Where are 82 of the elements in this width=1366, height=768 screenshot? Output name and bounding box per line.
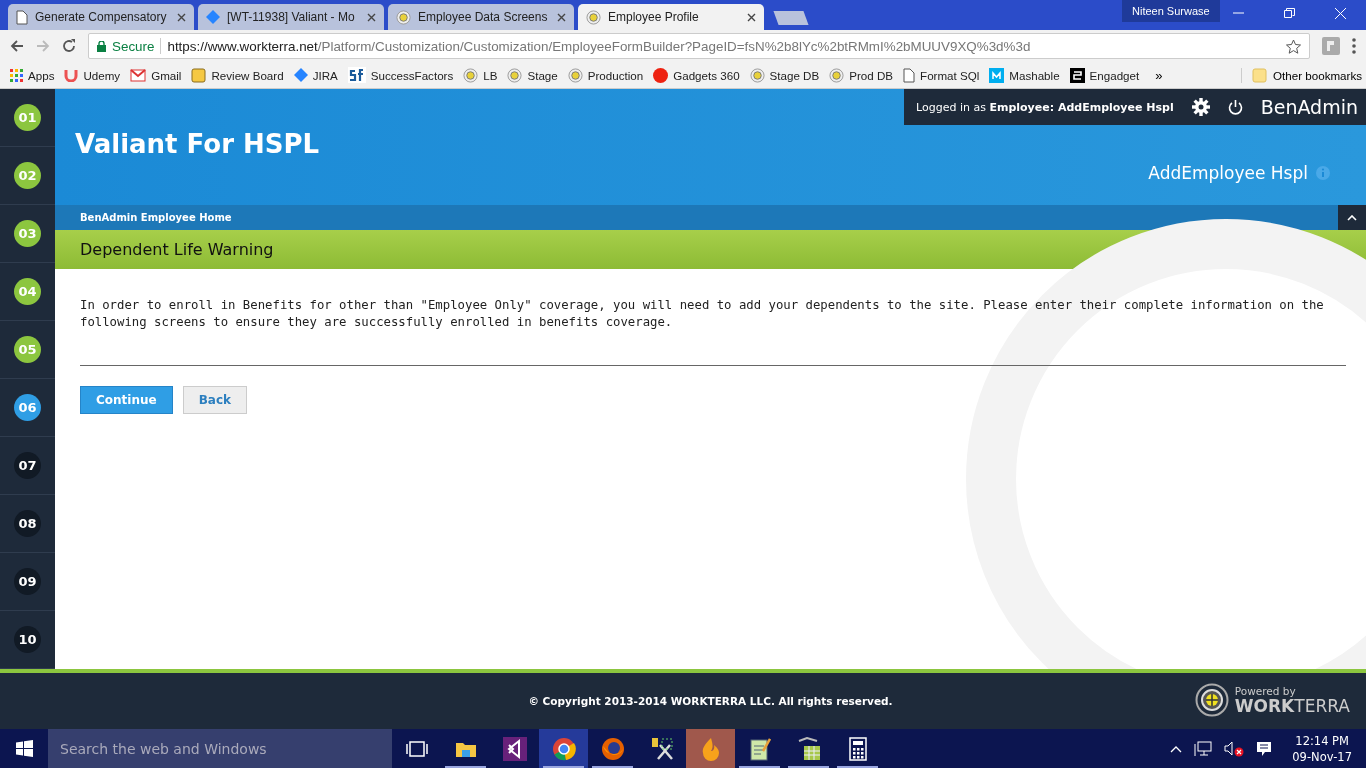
collapse-button[interactable] [1338, 205, 1366, 230]
site-icon [396, 9, 411, 25]
calculator-icon[interactable] [848, 736, 867, 761]
logged-in-text: Logged in as Employee: AddEmployee Hspl [916, 100, 1174, 114]
site-icon [507, 67, 523, 83]
step-number[interactable]: 07 [14, 452, 41, 479]
warning-message: In order to enroll in Benefits for other than "Employee Only" coverage, you will need to add your dependents to the site. Please enter their complete information on the following screens to ensure they are successfully enrolled in benefits coverage. [80, 297, 1325, 331]
breadcrumb-link[interactable]: BenAdmin Employee Home [80, 212, 232, 223]
notepad-icon[interactable] [748, 736, 771, 761]
bookmark[interactable]: Stage DB [749, 67, 820, 83]
bookmark-folder[interactable]: Other bookmarks [1241, 67, 1362, 83]
bookmark[interactable]: Format SQl [903, 67, 980, 83]
clock-date: 09-Nov-17 [1292, 748, 1352, 765]
folder-icon[interactable] [455, 740, 476, 757]
site-icon [749, 67, 765, 83]
site-icon [586, 9, 601, 25]
close-tab-icon[interactable] [557, 12, 566, 22]
page-icon [16, 9, 28, 25]
step-number[interactable]: 08 [14, 510, 41, 537]
board-icon [191, 67, 207, 83]
muted-speaker-icon[interactable] [1224, 740, 1245, 757]
chevron-up-icon[interactable] [1170, 744, 1183, 753]
site-icon [567, 67, 583, 83]
close-tab-icon[interactable] [367, 12, 376, 22]
bookmark[interactable]: Gmail [130, 68, 182, 82]
bookmark[interactable]: SuccessFactors [347, 67, 454, 83]
bookmark[interactable]: Stage [507, 67, 558, 83]
chevron-up-icon[interactable] [1347, 214, 1357, 221]
bookmark[interactable]: Production [567, 67, 644, 83]
more-bookmarks-button[interactable]: » [1155, 67, 1163, 83]
bookmark[interactable]: Review Board [191, 67, 284, 83]
back-button[interactable]: Back [182, 386, 247, 414]
address-bar[interactable]: Secure https://www.workterra.net/Platform/Customization/Customization/EmployeeFormBuilder?PageID=fsN%2b8lYc%2btRMmI%2bMUUV9XQ%3d%3d [88, 33, 1310, 59]
start-icon[interactable] [15, 740, 33, 757]
task-view-icon[interactable] [405, 740, 428, 757]
browser-tab[interactable]: Employee Data Screens [388, 4, 574, 30]
menu-icon[interactable] [1352, 38, 1356, 54]
diamond-icon [206, 10, 220, 24]
star-icon[interactable] [1286, 38, 1301, 54]
brand-name: WORKTERRA [1234, 697, 1350, 715]
site-icon [463, 67, 479, 83]
step-number[interactable]: 09 [14, 568, 41, 595]
back-icon[interactable] [10, 39, 24, 53]
close-tab-icon[interactable] [747, 12, 756, 22]
new-tab-button[interactable] [773, 11, 809, 25]
browser-tab[interactable]: Generate Compensatory [8, 4, 194, 30]
network-icon[interactable] [1194, 740, 1213, 757]
powered-by-label: Powered by [1234, 685, 1297, 697]
notifications-icon[interactable] [1256, 740, 1273, 757]
settings-icon[interactable] [1191, 98, 1210, 116]
url-text: https://www.workterra.net/Platform/Customization/Customization/EmployeeFormBuilder?PageID=fsN%2b8lYc%2btRMmI%2bMUUV9XQ%3d%3d [167, 38, 1031, 54]
close-icon[interactable] [1335, 8, 1346, 19]
folder-icon [1252, 67, 1268, 83]
step-number[interactable]: 10 [14, 626, 41, 653]
app-name: BenAdmin [1260, 96, 1358, 118]
apps-icon [10, 68, 23, 82]
power-icon[interactable] [1227, 99, 1243, 115]
page-icon [903, 67, 916, 83]
lock-icon [97, 40, 106, 52]
bookmark[interactable]: Engadget [1069, 67, 1140, 83]
bookmark[interactable]: JIRA [293, 68, 338, 82]
site-icon [829, 67, 845, 83]
browser-tab[interactable]: [WT-11938] Valiant - Mo [198, 4, 384, 30]
bookmark[interactable]: Gadgets 360 [653, 67, 740, 83]
copyright-text: © Copyright 2013-2014 WORKTERRA LLC. All rights reserved. [528, 695, 893, 707]
bookmark[interactable]: Apps [10, 68, 55, 82]
secure-label: Secure [112, 38, 155, 54]
bookmark[interactable]: Udemy [64, 68, 121, 82]
profile-name[interactable]: Niteen Surwase [1122, 0, 1220, 22]
close-tab-icon[interactable] [177, 12, 186, 22]
search-field[interactable]: Search the web and Windows [48, 729, 392, 768]
bookmark[interactable]: Prod DB [829, 67, 894, 83]
spreadsheet-icon[interactable] [796, 736, 821, 761]
reload-icon[interactable] [62, 39, 76, 53]
bookmark[interactable]: Mashable [989, 67, 1060, 83]
tools-icon[interactable] [649, 736, 674, 761]
clock-time: 12:14 PM [1295, 732, 1349, 749]
site-title: Valiant For HSPL [75, 129, 320, 159]
restore-icon[interactable] [1284, 8, 1295, 18]
bookmark[interactable]: LB [463, 67, 498, 83]
browser-tab[interactable]: Employee Profile [578, 4, 764, 30]
user-name: AddEmployee Hspl [1148, 163, 1308, 183]
